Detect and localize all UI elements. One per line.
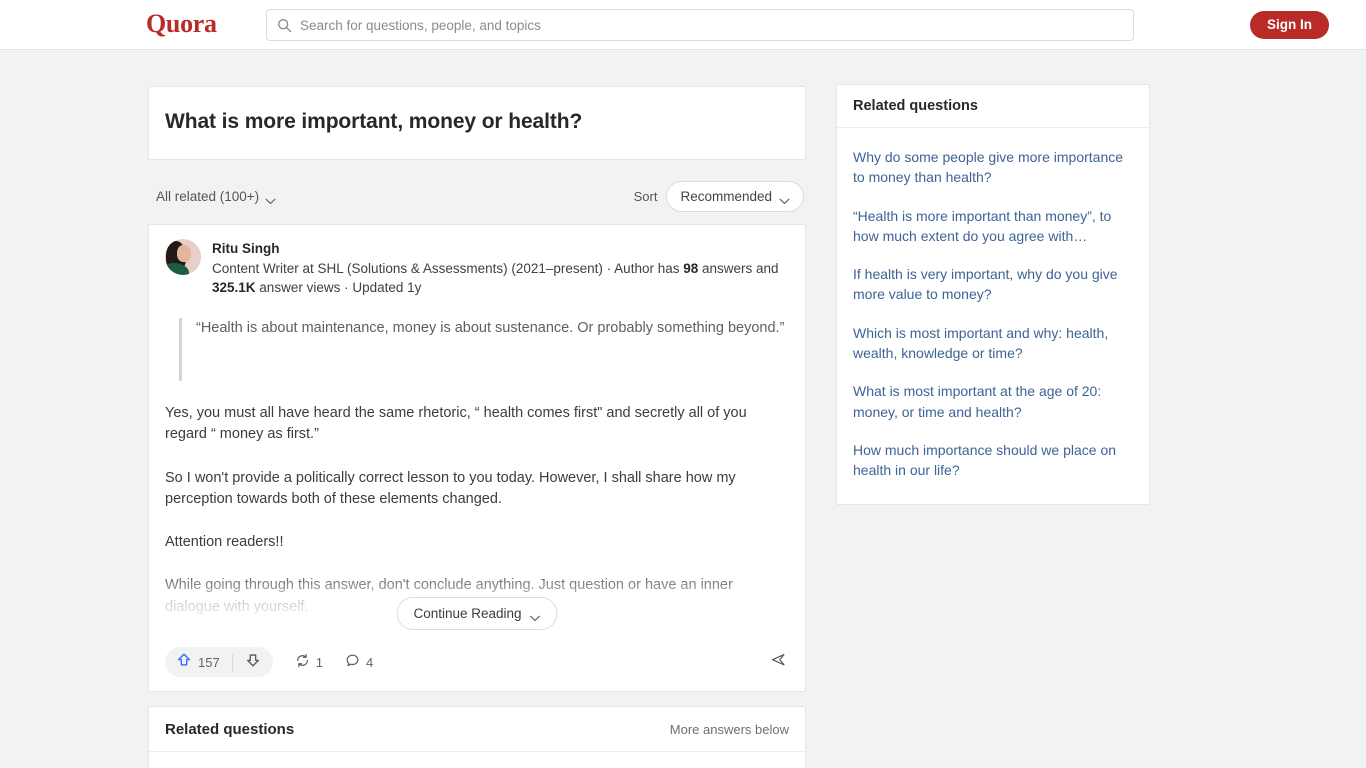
downvote-arrow-icon <box>245 652 261 673</box>
sidebar-question-link[interactable]: What is most important at the age of 20:… <box>853 372 1133 431</box>
upvote-arrow-icon <box>176 652 192 673</box>
page-title: What is more important, money or health? <box>165 110 583 133</box>
downvote-button[interactable] <box>233 647 273 677</box>
upvote-button[interactable]: 157 <box>165 647 232 677</box>
main-column: What is more important, money or health?… <box>148 86 806 768</box>
chevron-down-icon <box>530 610 541 622</box>
related-question-link[interactable]: Why do some people give more importance … <box>165 758 789 768</box>
author-credentials: Content Writer at SHL (Solutions & Asses… <box>212 259 789 298</box>
sidebar-question-link[interactable]: “Health is more important than money”, t… <box>853 197 1133 256</box>
answer-filter-bar: All related (100+) Sort Recommended <box>148 176 806 216</box>
comment-button[interactable]: 4 <box>345 653 373 671</box>
vote-group: 157 <box>165 647 273 678</box>
related-questions-card: Related questions More answers below Why… <box>148 706 806 768</box>
sort-label: Sort <box>633 188 658 204</box>
credentials-pre: Content Writer at SHL (Solutions & Asses… <box>212 260 684 276</box>
sort-dropdown[interactable]: Recommended <box>666 180 804 212</box>
answers-count: 98 <box>683 260 699 276</box>
continue-reading-label: Continue Reading <box>413 606 522 622</box>
comment-bubble-icon <box>345 653 360 671</box>
sidebar-questions-list: Why do some people give more importance … <box>837 128 1149 504</box>
author-info: Ritu Singh Content Writer at SHL (Soluti… <box>212 239 789 297</box>
chevron-down-icon <box>265 193 276 204</box>
share-button[interactable] <box>770 651 787 673</box>
related-questions-list: Why do some people give more importance … <box>149 752 805 768</box>
sidebar-related-questions-card: Related questions Why do some people giv… <box>836 84 1150 505</box>
answer-author[interactable]: Ritu Singh Content Writer at SHL (Soluti… <box>165 239 789 297</box>
credentials-post: answer views · Updated 1y <box>255 280 422 296</box>
related-questions-title: Related questions <box>165 721 295 739</box>
sidebar-question-link[interactable]: How much importance should we place on h… <box>853 431 1133 490</box>
search-input[interactable] <box>300 17 1123 33</box>
repost-count: 1 <box>315 654 323 670</box>
avatar-face <box>177 245 191 263</box>
credentials-mid: answers and <box>698 260 779 276</box>
question-title-card: What is more important, money or health? <box>148 86 806 161</box>
more-answers-below-label: More answers below <box>669 722 789 738</box>
sidebar-question-link[interactable]: If health is very important, why do you … <box>853 255 1133 314</box>
sidebar-question-link[interactable]: Which is most important and why: health,… <box>853 314 1133 373</box>
views-count: 325.1K <box>212 280 256 296</box>
sort-controls: Sort Recommended <box>633 180 804 212</box>
chevron-down-icon <box>779 193 790 204</box>
sidebar-question-link[interactable]: Why do some people give more importance … <box>853 138 1133 197</box>
avatar-body <box>165 263 189 276</box>
author-name[interactable]: Ritu Singh <box>212 239 789 258</box>
continue-reading-button[interactable]: Continue Reading <box>396 597 558 631</box>
answer-paragraph-1: Yes, you must all have heard the same rh… <box>165 404 747 443</box>
repost-icon <box>295 653 310 671</box>
answer-body: “Health is about maintenance, money is a… <box>165 317 789 622</box>
top-header: Quora Sign In <box>0 0 1366 50</box>
sidebar-title: Related questions <box>853 98 978 114</box>
answer-paragraph-3: Attention readers!! <box>165 534 284 551</box>
answer-action-bar: 157 1 4 <box>165 631 789 691</box>
search-bar[interactable] <box>266 9 1134 41</box>
search-icon <box>277 18 292 33</box>
answer-blockquote: “Health is about maintenance, money is a… <box>179 317 789 381</box>
comment-count: 4 <box>365 654 374 670</box>
upvote-count: 157 <box>198 654 220 670</box>
quora-logo[interactable]: Quora <box>146 9 217 39</box>
answer-paragraph-2: So I won't provide a politically correct… <box>165 469 736 507</box>
related-questions-header: Related questions More answers below <box>149 707 805 753</box>
all-related-label: All related (100+) <box>156 188 260 204</box>
sidebar-header: Related questions <box>837 85 1149 128</box>
repost-button[interactable]: 1 <box>295 653 323 671</box>
share-arrow-icon <box>770 651 787 673</box>
avatar[interactable] <box>165 239 201 276</box>
sort-value: Recommended <box>680 188 772 204</box>
sidebar-column: Related questions Why do some people giv… <box>836 84 1150 505</box>
answer-card: Ritu Singh Content Writer at SHL (Soluti… <box>148 224 806 693</box>
sign-in-button[interactable]: Sign In <box>1250 11 1329 39</box>
all-related-filter[interactable]: All related (100+) <box>156 189 276 204</box>
